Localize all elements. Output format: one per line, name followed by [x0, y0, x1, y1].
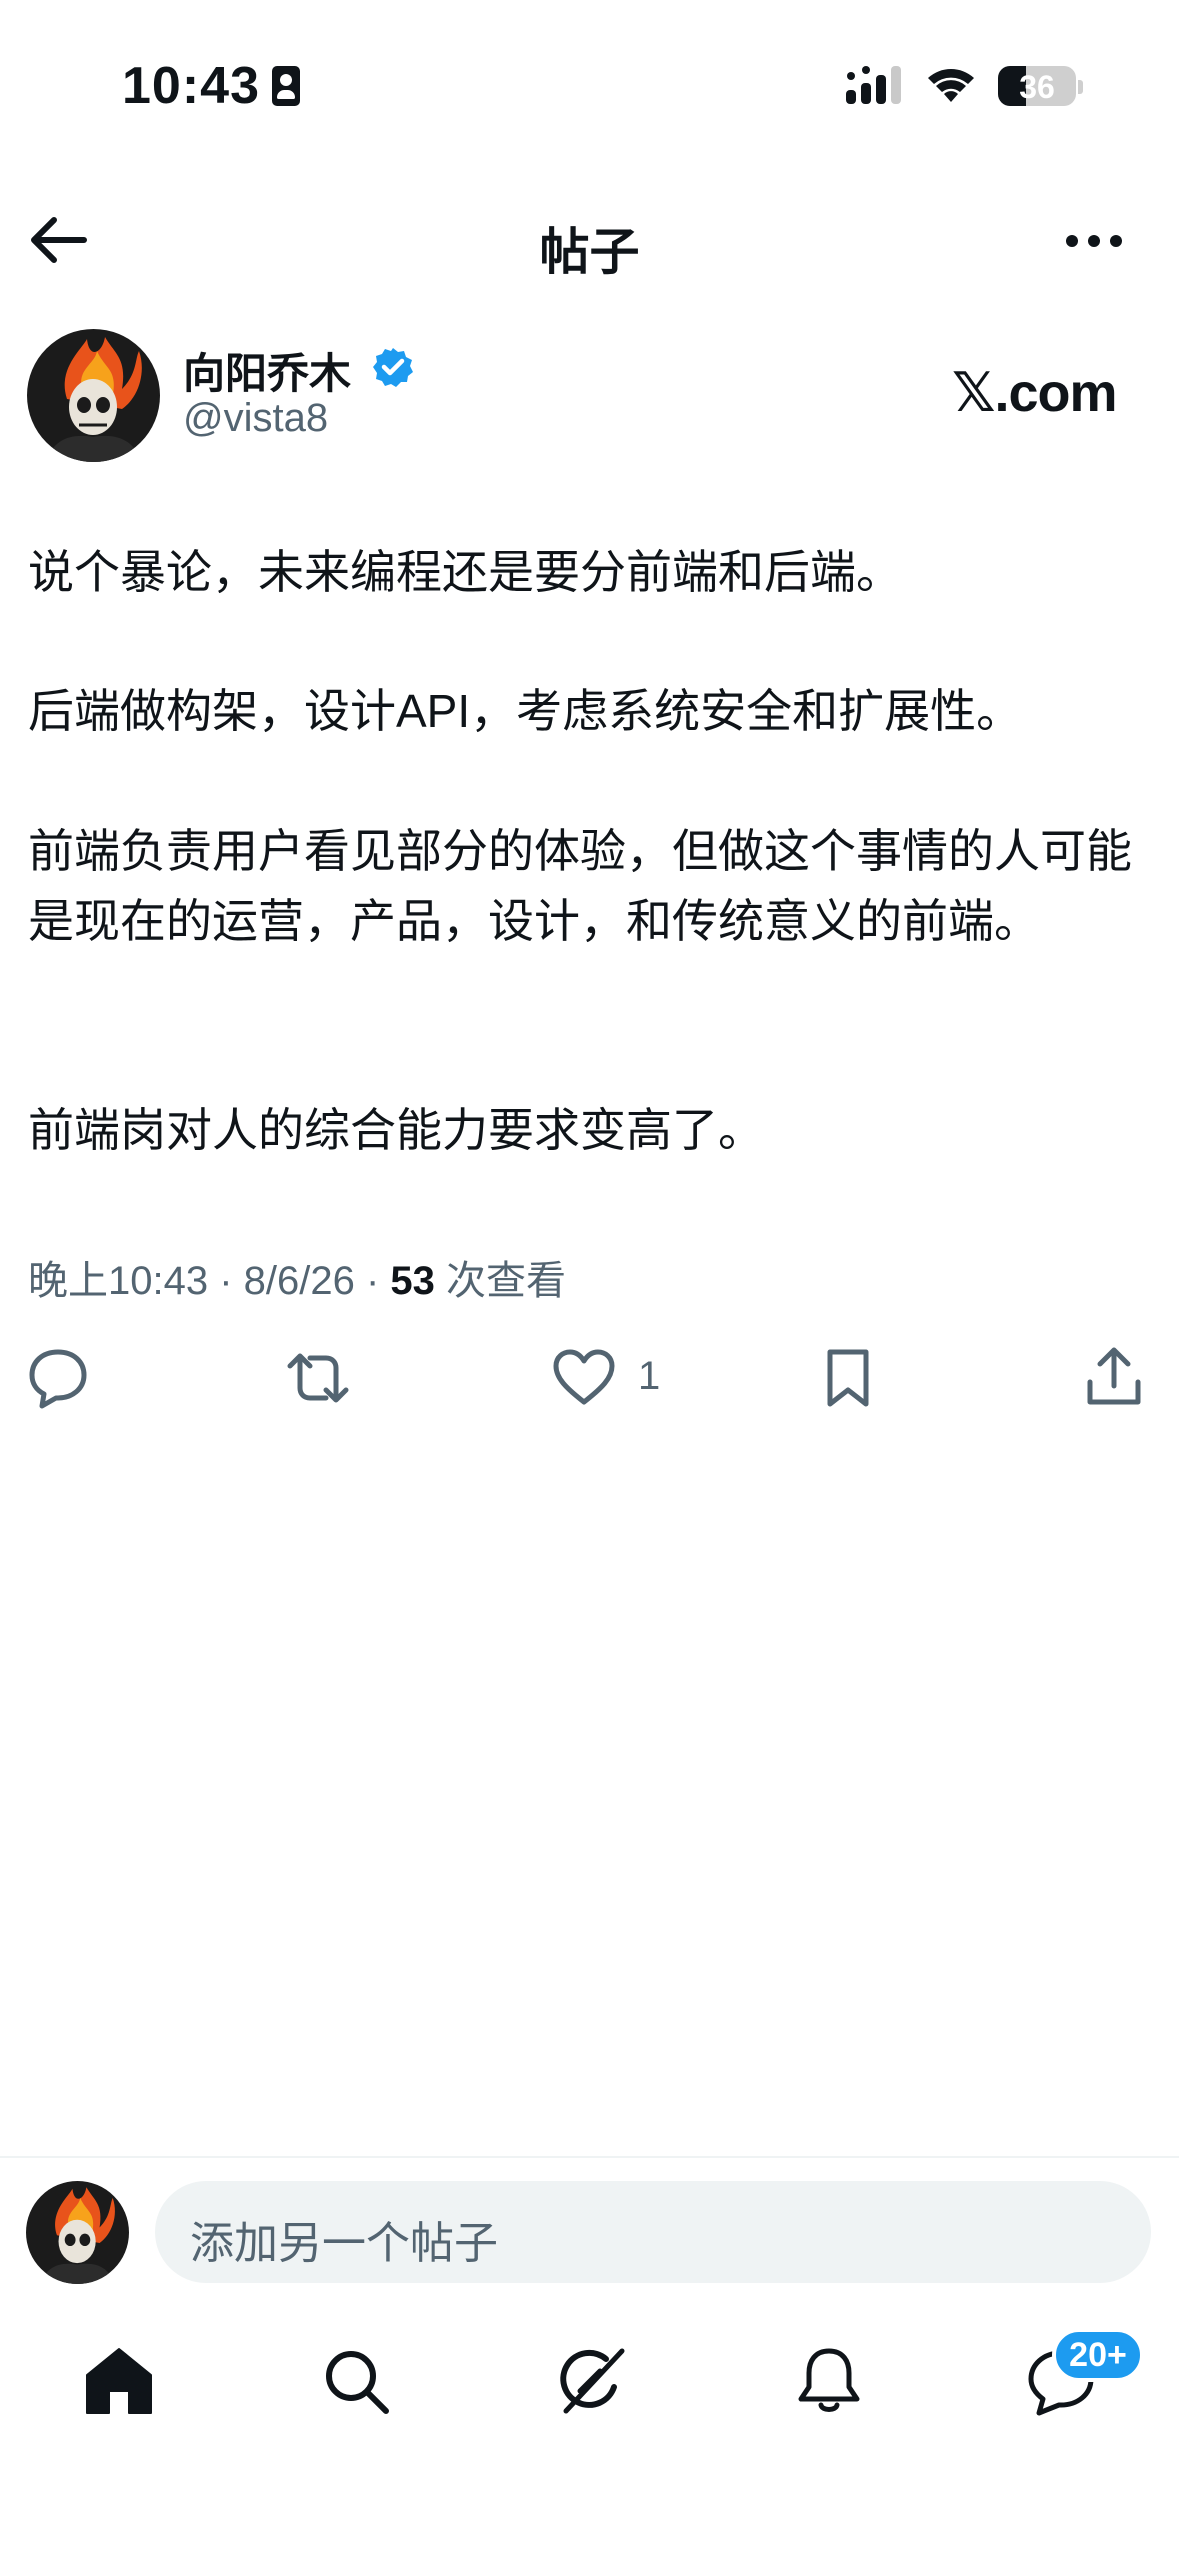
author-avatar[interactable]: [27, 329, 160, 462]
post-time: 晚上10:43: [28, 1259, 209, 1303]
grok-icon[interactable]: [556, 2345, 628, 2417]
brand-logo: 𝕏.com: [952, 363, 1118, 423]
contact-card-icon: [272, 66, 300, 106]
battery-percentage: 36: [1019, 69, 1055, 105]
heart-icon[interactable]: [552, 1346, 616, 1410]
my-avatar[interactable]: [26, 2181, 129, 2284]
bookmark-icon[interactable]: [816, 1346, 880, 1410]
post-paragraph: 前端岗对人的综合能力要求变高了。: [28, 1104, 764, 1156]
notifications-icon[interactable]: [793, 2345, 865, 2417]
share-icon[interactable]: [1082, 1346, 1146, 1410]
post-paragraph: 前端负责用户看见部分的体验，但做这个事情的人可能是现在的运营，产品，设计，和传统…: [28, 825, 1132, 947]
views-label: 次查看: [446, 1259, 567, 1303]
like-count: 1: [638, 1354, 661, 1398]
cellular-signal-icon: [846, 66, 901, 104]
wifi-icon: [928, 69, 974, 102]
reply-divider: [0, 2156, 1179, 2158]
post-paragraph: 后端做构架，设计API，考虑系统安全和扩展性。: [28, 685, 1023, 737]
repost-icon[interactable]: [286, 1346, 350, 1410]
views-count: 53: [390, 1259, 435, 1303]
reply-icon[interactable]: [26, 1346, 90, 1410]
more-icon[interactable]: [1064, 226, 1124, 256]
home-icon[interactable]: [83, 2345, 155, 2417]
page-title: 帖子: [539, 224, 640, 280]
status-time: 10:43: [122, 57, 260, 115]
verified-badge-icon: [373, 348, 413, 387]
post-meta: 晚上10:43 · 8/6/26 · 53 次查看: [28, 1259, 567, 1303]
search-icon[interactable]: [320, 2345, 392, 2417]
battery-cap: [1078, 80, 1083, 94]
post-date: 8/6/26: [243, 1259, 355, 1303]
reply-placeholder: 添加另一个帖子: [190, 2219, 498, 2268]
author-handle[interactable]: @vista8: [183, 396, 328, 441]
author-name[interactable]: 向阳乔木: [183, 340, 351, 401]
post-paragraph: 说个暴论，未来编程还是要分前端和后端。: [28, 546, 902, 598]
messages-badge: 20+: [1052, 2328, 1144, 2382]
